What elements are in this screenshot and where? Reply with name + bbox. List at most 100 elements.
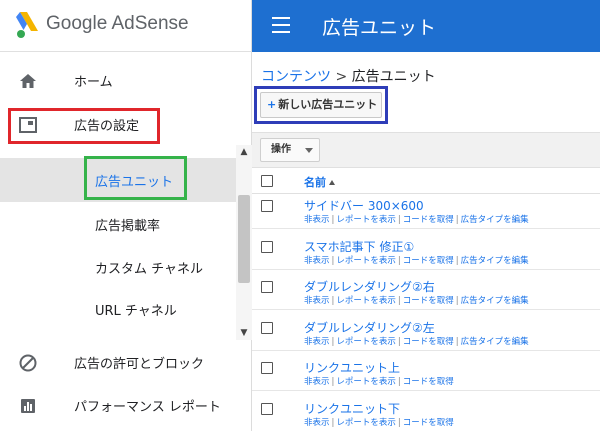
row-action-link[interactable]: 非表示	[304, 337, 330, 347]
table-row: スマホ記事下 修正① 非表示 | レポートを表示 | コードを取得 | 広告タイプを編集	[252, 235, 600, 270]
row-actions: 非表示 | レポートを表示 | コードを取得 | 広告タイプを編集	[304, 213, 529, 225]
sort-ascending-icon	[329, 180, 335, 185]
row-checkbox[interactable]	[261, 200, 273, 212]
action-separator: |	[331, 377, 335, 387]
row-actions: 非表示 | レポートを表示 | コードを取得	[304, 416, 454, 428]
scroll-up-icon[interactable]: ▲	[236, 145, 252, 159]
sidebar-subitem-custom-channels[interactable]: カスタム チャネル	[0, 245, 236, 289]
row-actions: 非表示 | レポートを表示 | コードを取得	[304, 375, 454, 387]
breadcrumb-link-content[interactable]: コンテンツ	[261, 69, 331, 85]
action-separator: |	[397, 215, 401, 225]
sidebar-item-label: ホーム	[74, 75, 113, 90]
row-action-link[interactable]: コードを取得	[403, 256, 454, 266]
row-checkbox[interactable]	[261, 321, 273, 334]
table-row: サイドバー 300×600 非表示 | レポートを表示 | コードを取得 | 広告タイプを編集	[252, 194, 600, 229]
row-action-link[interactable]: 非表示	[304, 377, 330, 387]
hamburger-menu-icon[interactable]	[272, 17, 290, 33]
sidebar-item-allow-block[interactable]: 広告の許可とブロック	[0, 340, 236, 384]
action-separator: |	[331, 336, 335, 347]
sidebar-item-label: パフォーマンス レポート	[74, 400, 221, 415]
action-separator: |	[397, 336, 401, 347]
row-checkbox[interactable]	[261, 362, 273, 374]
row-action-link[interactable]: コードを取得	[403, 296, 454, 306]
highlight-box-red	[8, 108, 160, 144]
sidebar-subitem-label: カスタム チャネル	[95, 262, 204, 277]
action-separator: |	[455, 255, 459, 266]
row-action-link[interactable]: 非表示	[304, 418, 330, 428]
table-row: リンクユニット上 非表示 | レポートを表示 | コードを取得	[252, 356, 600, 391]
row-action-link[interactable]: コードを取得	[403, 215, 454, 225]
action-separator: |	[331, 296, 335, 306]
table-row: ダブルレンダリング②右 非表示 | レポートを表示 | コードを取得 | 広告タイプを編集	[252, 275, 600, 310]
action-separator: |	[455, 215, 459, 225]
breadcrumb: コンテンツ > 広告ユニット	[261, 66, 436, 86]
sidebar-subitem-url-channels[interactable]: URL チャネル	[0, 287, 236, 331]
adsense-logo-icon	[16, 12, 38, 38]
row-checkbox[interactable]	[261, 402, 273, 415]
action-separator: |	[331, 255, 335, 266]
bar-chart-icon	[21, 399, 35, 413]
action-separator: |	[455, 296, 459, 306]
ad-unit-name-link[interactable]: サイドバー 300×600	[304, 197, 424, 214]
sidebar-item-performance-reports[interactable]: パフォーマンス レポート	[0, 383, 236, 427]
action-separator: |	[397, 377, 401, 387]
row-action-link[interactable]: 非表示	[304, 256, 330, 266]
row-action-link[interactable]: 非表示	[304, 296, 330, 306]
row-action-link[interactable]: 広告タイプを編集	[461, 256, 529, 266]
home-icon	[20, 74, 36, 88]
breadcrumb-separator: >	[335, 69, 348, 85]
ad-unit-name-link[interactable]: リンクユニット下	[304, 400, 400, 417]
row-actions: 非表示 | レポートを表示 | コードを取得 | 広告タイプを編集	[304, 335, 529, 347]
actions-dropdown[interactable]: 操作	[260, 138, 320, 162]
row-checkbox[interactable]	[261, 240, 273, 253]
action-separator: |	[397, 417, 401, 428]
sidebar-subitem-label: 広告掲載率	[95, 219, 161, 234]
row-action-link[interactable]: レポートを表示	[336, 215, 396, 225]
column-header-name[interactable]: 名前	[304, 174, 335, 190]
app-bar: 広告ユニット	[252, 0, 600, 52]
breadcrumb-current: 広告ユニット	[351, 69, 436, 85]
row-action-link[interactable]: レポートを表示	[336, 377, 396, 387]
highlight-box-green	[84, 156, 187, 200]
action-separator: |	[331, 215, 335, 225]
row-action-link[interactable]: コードを取得	[403, 377, 454, 387]
scroll-down-icon[interactable]: ▼	[236, 326, 252, 340]
ad-unit-name-link[interactable]: リンクユニット上	[304, 359, 400, 376]
actions-dropdown-label: 操作	[271, 144, 291, 155]
sidebar-item-label: 広告の許可とブロック	[74, 357, 205, 372]
row-checkbox[interactable]	[261, 281, 273, 293]
row-actions: 非表示 | レポートを表示 | コードを取得 | 広告タイプを編集	[304, 294, 529, 306]
row-action-link[interactable]: 広告タイプを編集	[461, 215, 529, 225]
ad-unit-name-link[interactable]: スマホ記事下 修正①	[304, 238, 414, 255]
action-separator: |	[397, 255, 401, 266]
action-separator: |	[455, 336, 459, 347]
row-action-link[interactable]: コードを取得	[403, 418, 454, 428]
action-separator: |	[331, 417, 335, 428]
column-header-label: 名前	[304, 176, 326, 189]
submenu-scrollbar[interactable]: ▲ ▼	[236, 145, 252, 340]
sidebar-item-home[interactable]: ホーム	[0, 58, 236, 102]
sidebar-subitem-coverage[interactable]: 広告掲載率	[0, 202, 236, 246]
row-action-link[interactable]: レポートを表示	[336, 296, 396, 306]
ad-unit-name-link[interactable]: ダブルレンダリング②左	[304, 319, 435, 336]
row-action-link[interactable]: レポートを表示	[336, 418, 396, 428]
table-toolbar: 操作	[252, 132, 600, 168]
row-actions: 非表示 | レポートを表示 | コードを取得 | 広告タイプを編集	[304, 254, 529, 266]
ad-unit-name-link[interactable]: ダブルレンダリング②右	[304, 278, 435, 295]
table-header: 名前	[252, 168, 600, 194]
row-action-link[interactable]: 広告タイプを編集	[461, 296, 529, 306]
scrollbar-thumb[interactable]	[238, 195, 250, 283]
page-title: 広告ユニット	[322, 17, 437, 39]
row-action-link[interactable]: 非表示	[304, 215, 330, 225]
highlight-box-blue	[254, 86, 388, 124]
row-action-link[interactable]: 広告タイプを編集	[461, 337, 529, 347]
select-all-checkbox[interactable]	[261, 175, 273, 187]
sidebar: Google AdSense ホーム 広告の設定 広告ユニット 広告掲載率 カス…	[0, 0, 252, 431]
row-action-link[interactable]: コードを取得	[403, 337, 454, 347]
table-row: リンクユニット下 非表示 | レポートを表示 | コードを取得	[252, 397, 600, 431]
row-action-link[interactable]: レポートを表示	[336, 337, 396, 347]
table-row: ダブルレンダリング②左 非表示 | レポートを表示 | コードを取得 | 広告タイプを編集	[252, 316, 600, 351]
brand-header: Google AdSense	[0, 0, 252, 52]
row-action-link[interactable]: レポートを表示	[336, 256, 396, 266]
action-separator: |	[397, 296, 401, 306]
